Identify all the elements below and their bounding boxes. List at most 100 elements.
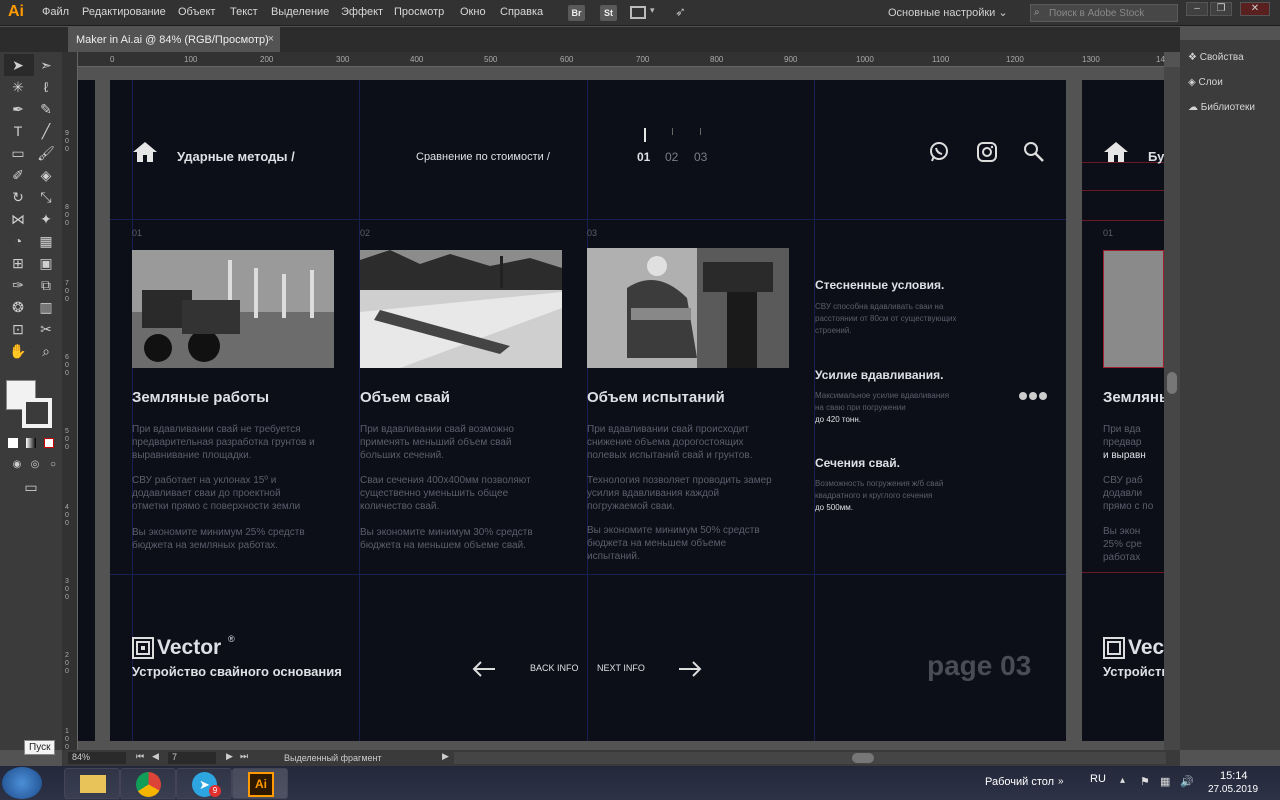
- width-tool-icon[interactable]: ⋈: [7, 208, 29, 230]
- properties-panel-tab[interactable]: ❖ Свойства: [1188, 52, 1244, 70]
- tray-expand-icon[interactable]: ▴: [1120, 775, 1125, 786]
- last-artboard-button[interactable]: ⏭: [240, 751, 248, 762]
- neighbour-artboard-right[interactable]: Бу 01 Земляны При вда предвар и выравн С…: [1082, 80, 1164, 741]
- mesh-tool-icon[interactable]: ⊞: [7, 252, 29, 274]
- whatsapp-icon[interactable]: [928, 141, 950, 163]
- gpu-performance-icon[interactable]: ➶: [675, 4, 686, 20]
- restore-button[interactable]: ❐: [1210, 2, 1232, 16]
- lasso-tool-icon[interactable]: ℓ: [35, 76, 57, 98]
- next-info-link[interactable]: NEXT INFO: [597, 663, 645, 673]
- flag-icon[interactable]: ⚑: [1140, 775, 1150, 788]
- prev-artboard-button[interactable]: ◀: [152, 751, 159, 762]
- symbol-sprayer-tool-icon[interactable]: ❂: [7, 296, 29, 318]
- arrange-documents-icon[interactable]: [630, 6, 646, 19]
- back-info-link[interactable]: BACK INFO: [530, 663, 579, 673]
- chevron-double-icon[interactable]: »: [1058, 776, 1064, 787]
- menu-help[interactable]: Справка: [500, 6, 543, 18]
- chrome-taskbar-button[interactable]: [120, 768, 176, 799]
- page-link-02[interactable]: 02: [665, 150, 678, 164]
- minimize-button[interactable]: –: [1186, 2, 1208, 16]
- artboard-tool-icon[interactable]: ⊡: [7, 318, 29, 340]
- illustrator-taskbar-button[interactable]: Ai: [232, 768, 288, 799]
- windows-start-button[interactable]: [2, 767, 42, 799]
- neighbour-artboard-left[interactable]: [78, 80, 95, 741]
- clock-time[interactable]: 15:14: [1220, 770, 1248, 782]
- stroke-swatch[interactable]: [22, 398, 52, 428]
- language-indicator[interactable]: RU: [1090, 773, 1106, 785]
- draw-inside-icon[interactable]: ○: [42, 454, 64, 476]
- gradient-mode-icon[interactable]: [26, 438, 36, 448]
- document-tab[interactable]: Maker in Ai.ai @ 84% (RGB/Просмотр) ×: [68, 27, 280, 52]
- compare-link[interactable]: Сравнение по стоимости /: [416, 151, 550, 163]
- selection-tool-icon[interactable]: ➤: [7, 54, 29, 76]
- horizontal-scrollbar-thumb[interactable]: [852, 753, 874, 763]
- eyedropper-tool-icon[interactable]: ✑: [7, 274, 29, 296]
- color-mode-icon[interactable]: [8, 438, 18, 448]
- scrollbar-thumb[interactable]: [1167, 372, 1177, 394]
- libraries-panel-tab[interactable]: ☁ Библиотеки: [1188, 102, 1255, 120]
- breadcrumb[interactable]: Ударные методы /: [177, 149, 295, 164]
- vertical-scrollbar[interactable]: [1164, 67, 1180, 750]
- slider-dot[interactable]: [1039, 392, 1047, 400]
- hand-tool-icon[interactable]: ✋: [7, 340, 29, 362]
- slider-dot[interactable]: [1029, 392, 1037, 400]
- shape-builder-tool-icon[interactable]: ◔: [7, 230, 29, 252]
- volume-icon[interactable]: 🔊: [1180, 775, 1194, 788]
- eraser-tool-icon[interactable]: ◈: [35, 164, 57, 186]
- menu-view[interactable]: Просмотр: [394, 6, 444, 18]
- menu-window[interactable]: Окно: [460, 6, 486, 18]
- search-icon[interactable]: [1023, 141, 1045, 163]
- page-link-01[interactable]: 01: [637, 150, 650, 164]
- magic-wand-tool-icon[interactable]: ✳: [7, 76, 29, 98]
- clock-date[interactable]: 27.05.2019: [1208, 784, 1258, 795]
- desktop-toolbar[interactable]: Рабочий стол: [985, 776, 1054, 788]
- stock-button[interactable]: St: [600, 5, 617, 21]
- workspace-switcher[interactable]: Основные настройки ⌄: [882, 4, 1022, 22]
- direct-selection-tool-icon[interactable]: ➣: [35, 54, 57, 76]
- screen-mode-icon[interactable]: ▭: [20, 476, 42, 498]
- explorer-taskbar-button[interactable]: [64, 768, 120, 799]
- menu-object[interactable]: Объект: [178, 6, 215, 18]
- perspective-grid-tool-icon[interactable]: ▦: [35, 230, 57, 252]
- paintbrush-tool-icon[interactable]: 🖌: [35, 142, 57, 164]
- artboard[interactable]: Ударные методы / Сравнение по стоимости …: [110, 80, 1066, 741]
- menu-select[interactable]: Выделение: [271, 6, 329, 18]
- telegram-taskbar-button[interactable]: ➤ 9: [176, 768, 232, 799]
- curvature-tool-icon[interactable]: ✎: [35, 98, 57, 120]
- shaper-tool-icon[interactable]: ✐: [7, 164, 29, 186]
- instagram-icon[interactable]: [976, 141, 998, 163]
- home-icon[interactable]: [132, 141, 158, 163]
- close-tab-icon[interactable]: ×: [268, 33, 274, 45]
- menu-edit[interactable]: Редактирование: [82, 6, 166, 18]
- horizontal-ruler[interactable]: 0 100 200 300 400 500 600 700 800 900 10…: [78, 52, 1165, 67]
- rectangle-tool-icon[interactable]: ▭: [7, 142, 29, 164]
- artboard-number-field[interactable]: 7: [168, 752, 216, 764]
- pen-tool-icon[interactable]: ✒: [7, 98, 29, 120]
- arrow-right-icon[interactable]: [678, 660, 702, 678]
- status-menu-button[interactable]: ▶: [442, 751, 449, 762]
- slider-dot[interactable]: [1019, 392, 1027, 400]
- chevron-down-icon[interactable]: ▾: [650, 5, 655, 16]
- zoom-tool-icon[interactable]: ⌕: [35, 340, 57, 362]
- none-mode-icon[interactable]: [44, 438, 54, 448]
- menu-type[interactable]: Текст: [230, 6, 258, 18]
- page-link-03[interactable]: 03: [694, 150, 707, 164]
- horizontal-scrollbar[interactable]: [454, 752, 1166, 764]
- menu-effect[interactable]: Эффект: [341, 6, 383, 18]
- network-icon[interactable]: ▦: [1160, 775, 1170, 788]
- close-window-button[interactable]: ✕: [1240, 2, 1270, 16]
- menu-file[interactable]: Файл: [42, 6, 69, 18]
- column-graph-tool-icon[interactable]: ▥: [35, 296, 57, 318]
- line-tool-icon[interactable]: ╱: [35, 120, 57, 142]
- zoom-field[interactable]: 84%: [68, 752, 126, 764]
- rotate-tool-icon[interactable]: ↻: [7, 186, 29, 208]
- next-artboard-button[interactable]: ▶: [226, 751, 233, 762]
- bridge-button[interactable]: Br: [568, 5, 585, 21]
- puppet-warp-tool-icon[interactable]: ✦: [35, 208, 57, 230]
- first-artboard-button[interactable]: ⏮: [136, 751, 144, 762]
- vertical-ruler[interactable]: 900 800 700 600 500 400 300 200 100: [62, 52, 78, 751]
- arrow-left-icon[interactable]: [472, 660, 496, 678]
- type-tool-icon[interactable]: T: [7, 120, 29, 142]
- gradient-tool-icon[interactable]: ▣: [35, 252, 57, 274]
- layers-panel-tab[interactable]: ◈ Слои: [1188, 77, 1223, 95]
